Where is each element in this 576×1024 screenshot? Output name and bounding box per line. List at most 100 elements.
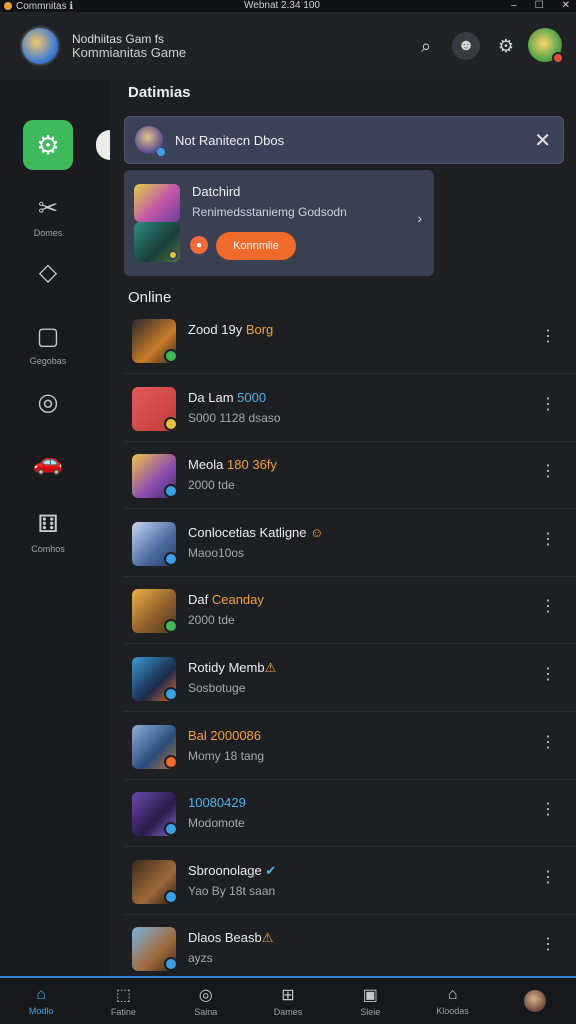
shop-icon: ⌂ <box>447 986 458 1003</box>
friend-row[interactable]: Daf Ceanday 2000 tde ⋮ <box>124 576 576 645</box>
friend-row[interactable]: Da Lam 5000 S000 1128 dsaso ⋮ <box>124 374 576 442</box>
card-title: Datchird <box>192 184 241 199</box>
nav-label: Sleie <box>360 1007 381 1017</box>
home-icon: ⌂ <box>36 986 46 1003</box>
sidebar-item-gegobas[interactable]: ▢ Gegobas <box>22 316 74 367</box>
friend-status-text: Yao By 18t saan <box>188 883 276 898</box>
status-dot <box>164 551 178 566</box>
more-options-icon[interactable]: ⋮ <box>540 664 556 684</box>
status-dot <box>164 822 178 837</box>
search-icon[interactable]: ⌕ <box>412 32 440 60</box>
friend-row[interactable]: Rotidy Memb⚠ Sosbotuge ⋮ <box>124 644 576 712</box>
chevron-right-icon[interactable]: › <box>417 210 422 226</box>
friend-name-highlight: 10080429 <box>188 795 246 811</box>
status-dot <box>164 416 178 431</box>
minimize-button[interactable]: – <box>511 0 517 12</box>
status-dot <box>164 619 178 634</box>
friend-row[interactable]: Conlocetias Katligne ☺ Maoo10os ⋮ <box>124 509 576 577</box>
friend-name-text: Da Lam <box>188 389 238 405</box>
friend-row[interactable]: Dlaos Beasb⚠ ayzs ⋮ <box>124 914 576 983</box>
friend-name-text: Sbroonolage <box>188 862 266 878</box>
settings-icon[interactable]: ⚙ <box>492 32 520 60</box>
tools-icon: ✂ <box>37 194 59 222</box>
more-options-icon[interactable]: ⋮ <box>540 799 556 819</box>
friend-row[interactable]: 10080429 Modomote ⋮ <box>124 779 576 848</box>
friend-name-highlight: Bal 2000086 <box>188 727 262 743</box>
nav-label: Saina <box>194 1007 218 1017</box>
friend-name-highlight: ⚠ <box>264 660 277 675</box>
mini-avatar-icon: ● <box>190 236 208 254</box>
friend-status-text: S000 1128 dsaso <box>188 410 281 425</box>
avatar-icon <box>523 990 546 1012</box>
sidebar-item-label: Domes <box>33 228 63 238</box>
friend-name: Sbroonolage ✔ <box>188 863 276 879</box>
header-line1: Nodhiitas Gam fs <box>72 32 165 46</box>
more-options-icon[interactable]: ⋮ <box>540 394 556 414</box>
friend-name-highlight: Ceanday <box>211 592 264 608</box>
more-options-icon[interactable]: ⋮ <box>540 461 556 481</box>
notification-badge <box>552 52 564 64</box>
app-icon <box>4 2 12 10</box>
friend-status-text: 2000 tde <box>188 478 235 493</box>
nav-fatine[interactable]: ⬚ Fatine <box>82 978 164 1024</box>
more-options-icon[interactable]: ⋮ <box>540 529 556 549</box>
friend-name: Meola 180 36fy <box>188 457 277 472</box>
tag-icon: ◇ <box>38 258 58 286</box>
sidebar-item-tags[interactable]: ◇ <box>22 252 74 292</box>
sidebar-item-settings[interactable]: ⚙ <box>22 120 74 170</box>
friend-name-text: Daf <box>188 592 212 608</box>
notification-banner[interactable]: Not Ranitecn Dbos ✕ <box>124 116 564 164</box>
close-icon[interactable]: ✕ <box>534 128 551 153</box>
nav-sleie[interactable]: ▣ Sleie <box>329 978 411 1024</box>
sidebar-item-games[interactable]: 🚗 <box>22 442 74 482</box>
community-avatar[interactable] <box>20 26 60 66</box>
bot-icon[interactable]: ☻ <box>452 32 480 60</box>
nav-dames[interactable]: ⊞ Dames <box>247 978 329 1024</box>
status-dot <box>164 957 178 972</box>
close-window-button[interactable]: ✕ <box>562 0 570 12</box>
friend-name-text: Conlocetias Katligne <box>188 524 311 540</box>
user-avatar[interactable] <box>528 28 564 64</box>
friend-status-text: Sosbotuge <box>188 681 246 695</box>
more-options-icon[interactable]: ⋮ <box>540 596 556 616</box>
sidebar-item-label: Comhos <box>31 544 65 554</box>
target-icon: ◎ <box>198 987 213 1004</box>
sidebar-item-domes[interactable]: ✂ Domes <box>22 188 74 239</box>
friend-row[interactable]: Sbroonolage ✔ Yao By 18t saan ⋮ <box>124 847 576 915</box>
more-options-icon[interactable]: ⋮ <box>540 732 556 752</box>
window-icon: ⬚ <box>115 987 131 1004</box>
sidebar-item-explore[interactable]: ◎ <box>22 382 74 422</box>
status-dot <box>164 687 178 701</box>
gear-icon: ⚙ <box>23 120 73 170</box>
app-header: Nodhiitas Gam fs Kommianitas Game ⌕ ☻ ⚙ <box>0 12 576 80</box>
friend-name-text: Meola <box>188 457 228 473</box>
friend-row[interactable]: Zood 19y Borg ⋮ <box>124 306 576 374</box>
maximize-button[interactable]: ☐ <box>535 0 544 12</box>
friend-name: Bal 2000086 <box>188 728 261 743</box>
nav-home[interactable]: ⌂ Modlo <box>0 978 82 1024</box>
window-caption: Webnat 2.34 100 <box>244 0 320 11</box>
friend-row[interactable]: Meola 180 36fy 2000 tde ⋮ <box>124 441 576 510</box>
nav-label: Modlo <box>28 1006 54 1016</box>
sidebar-item-comhos[interactable]: ⚅ Comhos <box>22 504 74 555</box>
status-dot <box>164 889 178 904</box>
more-options-icon[interactable]: ⋮ <box>540 867 556 887</box>
app-title-text: Commnitas ℹ︎ <box>16 0 74 12</box>
compass-icon: ◎ <box>37 388 59 416</box>
more-options-icon[interactable]: ⋮ <box>540 326 556 346</box>
nav-profile[interactable] <box>494 978 576 1024</box>
more-options-icon[interactable]: ⋮ <box>540 934 556 954</box>
status-dot <box>164 349 178 363</box>
card-subtitle: Renimedsstaniemg Godsodn <box>192 205 347 219</box>
nav-saina[interactable]: ◎ Saina <box>165 978 247 1024</box>
friend-name: Daf Ceanday <box>188 592 264 607</box>
friend-name: Zood 19y Borg <box>188 322 273 337</box>
activity-card[interactable]: Datchird Renimedsstaniemg Godsodn › ● Ko… <box>124 170 434 276</box>
friend-row[interactable]: Bal 2000086 Momy 18 tang ⋮ <box>124 712 576 780</box>
friend-name-text: Rotidy Memb <box>188 660 265 675</box>
header-line2: Kommianitas Game <box>72 45 187 60</box>
card-action-button[interactable]: Konnmlie <box>216 232 296 260</box>
nav-kloodas[interactable]: ⌂ Kloodas <box>411 978 493 1024</box>
status-dot <box>164 484 178 499</box>
friend-status-text: 2000 tde <box>188 613 235 628</box>
